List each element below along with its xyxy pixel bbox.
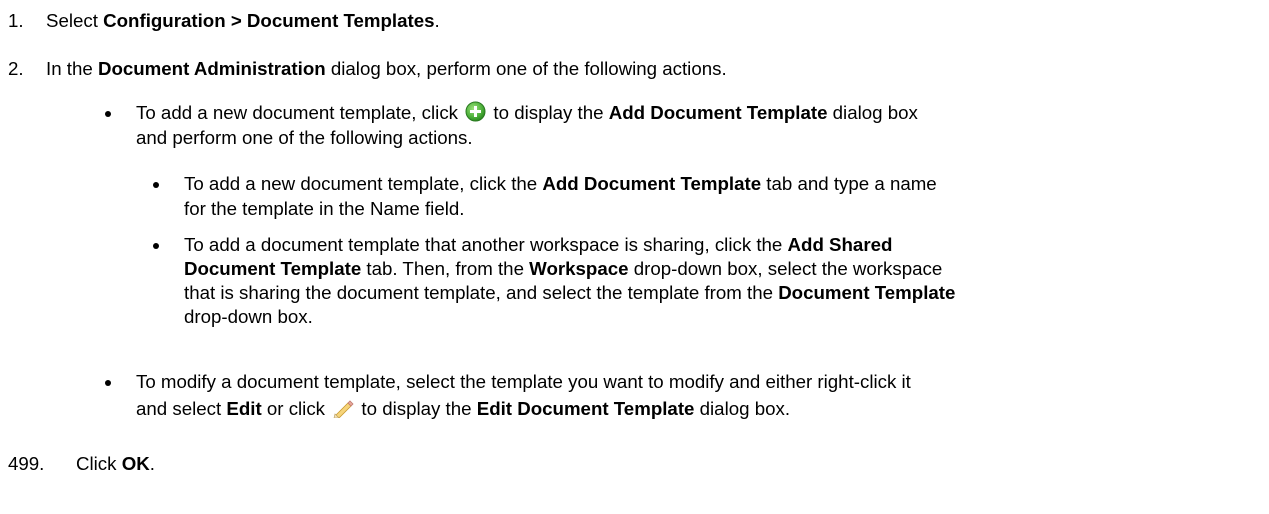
step-number: 1.: [8, 10, 24, 31]
menu-item-name: Edit: [226, 398, 262, 419]
field-name: Workspace: [529, 258, 629, 279]
field-name: Document Template: [778, 282, 956, 303]
sub-shared-line-4: drop-down box.: [184, 306, 313, 327]
tab-name: Document Template: [184, 258, 362, 279]
sub-new-line-1: To add a new document template, click th…: [184, 173, 937, 194]
sub-new-line-2: for the template in the Name field.: [184, 198, 465, 219]
tab-name: Add Shared: [787, 234, 893, 255]
step-number: 2.: [8, 58, 24, 79]
bullet: [153, 243, 159, 249]
sub-shared-line-2: Document Template tab. Then, from the Wo…: [184, 258, 943, 279]
add-plus-icon: [465, 101, 486, 127]
add-item-line-1: To add a new document template, click to…: [136, 101, 918, 127]
menu-path: Configuration > Document Templates: [103, 10, 435, 31]
sub-shared-line-1: To add a document template that another …: [184, 234, 893, 255]
dialog-name: Add Document Template: [608, 102, 828, 123]
step-2-text: In the Document Administration dialog bo…: [46, 58, 727, 79]
bullet: [105, 380, 111, 386]
add-item-line-2: and perform one of the following actions…: [136, 127, 473, 148]
bullet: [153, 182, 159, 188]
tab-name: Add Document Template: [542, 173, 762, 194]
bullet: [105, 111, 111, 117]
modify-item-line-2: and select Edit or click to display the …: [136, 397, 790, 423]
step-number: 499.: [8, 453, 45, 474]
modify-item-line-1: To modify a document template, select th…: [136, 371, 911, 392]
step-1-text: Select Configuration > Document Template…: [46, 10, 440, 31]
button-name: OK: [121, 453, 150, 474]
pencil-icon: [332, 398, 354, 423]
dialog-name: Document Administration: [97, 58, 326, 79]
step-3-text: Click OK.: [76, 453, 155, 474]
dialog-name: Edit Document Template: [476, 398, 695, 419]
sub-shared-line-3: that is sharing the document template, a…: [184, 282, 956, 303]
